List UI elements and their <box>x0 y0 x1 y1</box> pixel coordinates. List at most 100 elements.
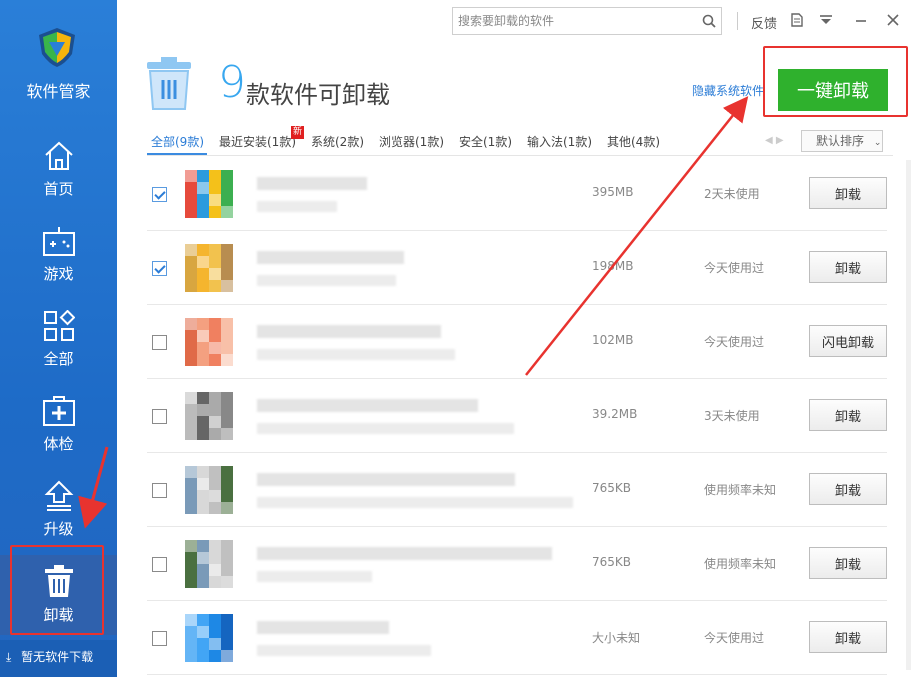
minimize-icon[interactable] <box>853 11 869 29</box>
tab-other[interactable]: 其他(4款) <box>607 133 660 150</box>
shield-logo-icon <box>39 28 75 67</box>
uninstall-button[interactable]: 卸载 <box>809 177 887 209</box>
tab-system[interactable]: 系统(2款) <box>311 133 364 150</box>
sort-dropdown[interactable]: 默认排序 ⌄ <box>801 130 883 152</box>
scrollbar[interactable] <box>906 160 911 670</box>
app-desc-placeholder <box>257 423 514 434</box>
row-checkbox[interactable] <box>152 483 167 498</box>
tab-browser[interactable]: 浏览器(1款) <box>379 133 444 150</box>
annotation-box-uninstall <box>10 545 104 635</box>
app-name-placeholder <box>257 473 515 486</box>
app-desc-placeholder <box>257 645 431 656</box>
menu-dropdown-icon[interactable] <box>818 11 834 29</box>
uninstall-button[interactable]: 卸载 <box>809 251 887 283</box>
app-usage: 使用频率未知 <box>704 483 777 497</box>
app-name-placeholder <box>257 177 367 190</box>
row-checkbox[interactable] <box>152 335 167 350</box>
search-input[interactable] <box>453 8 693 34</box>
tab-recent[interactable]: 最近安装(1款) <box>219 133 296 150</box>
feedback-link[interactable]: 反馈 <box>751 13 777 32</box>
list-item: 765KB 使用频率未知 卸载 <box>147 453 887 527</box>
app-desc-placeholder <box>257 201 337 212</box>
app-icon <box>185 466 233 514</box>
sort-label: 默认排序 <box>816 134 865 148</box>
app-name-placeholder <box>257 325 441 338</box>
sidebar-item-all[interactable]: 全部 <box>0 310 117 392</box>
app-icon <box>185 614 233 662</box>
list-item: 大小未知 今天使用过 卸载 <box>147 601 887 675</box>
sidebar-item-label: 全部 <box>43 350 74 368</box>
row-checkbox[interactable] <box>152 557 167 572</box>
app-size: 765KB <box>592 555 632 569</box>
uninstall-count: 9 <box>218 57 246 108</box>
app-desc-placeholder <box>257 349 455 360</box>
app-size: 大小未知 <box>592 631 641 645</box>
divider <box>147 155 893 156</box>
app-size: 765KB <box>592 481 632 495</box>
uninstall-button[interactable]: 卸载 <box>809 621 887 653</box>
app-name-placeholder <box>257 251 404 264</box>
app-desc-placeholder <box>257 497 573 508</box>
app-name: 软件管家 <box>26 82 91 101</box>
app-desc-placeholder <box>257 571 372 582</box>
app-desc-placeholder <box>257 275 396 286</box>
uninstall-button[interactable]: 闪电卸载 <box>809 325 887 357</box>
list-item: 395MB 2天未使用 卸载 <box>147 157 887 231</box>
tab-all[interactable]: 全部(9款) <box>151 133 204 150</box>
app-icon <box>185 392 233 440</box>
search-icon[interactable] <box>702 14 716 28</box>
search-box[interactable] <box>452 7 722 35</box>
tab-input-method[interactable]: 输入法(1款) <box>527 133 592 150</box>
app-name-placeholder <box>257 399 478 412</box>
download-icon: ⤓ <box>6 650 12 664</box>
row-checkbox[interactable] <box>152 631 167 646</box>
sidebar-item-label: 体检 <box>43 435 74 453</box>
app-size: 395MB <box>592 185 634 199</box>
uninstall-button[interactable]: 卸载 <box>809 547 887 579</box>
app-name-placeholder <box>257 547 552 560</box>
list-item: 765KB 使用频率未知 卸载 <box>147 527 887 601</box>
sidebar-item-games[interactable]: 游戏 <box>0 225 117 307</box>
upload-arrow-icon <box>44 480 73 511</box>
download-status[interactable]: ⤓ 暂无软件下载 <box>0 640 117 677</box>
chevron-down-icon: ⌄ <box>873 138 882 148</box>
app-icon <box>185 244 233 292</box>
row-checkbox[interactable] <box>152 409 167 424</box>
tab-security[interactable]: 安全(1款) <box>459 133 512 150</box>
medkit-icon <box>42 396 75 426</box>
new-badge: 新 <box>291 126 304 139</box>
row-checkbox[interactable] <box>152 261 167 276</box>
uninstall-button[interactable]: 卸载 <box>809 399 887 431</box>
app-usage: 使用频率未知 <box>704 557 777 571</box>
grid-icon <box>43 310 75 341</box>
app-icon <box>185 318 233 366</box>
app-icon <box>185 540 233 588</box>
sidebar-item-label: 升级 <box>43 520 74 538</box>
sidebar-item-label: 游戏 <box>43 265 74 283</box>
document-icon[interactable] <box>789 11 805 29</box>
close-icon[interactable] <box>885 11 901 29</box>
hide-system-software-link[interactable]: 隐藏系统软件 <box>692 82 764 99</box>
app-usage: 今天使用过 <box>704 631 765 645</box>
app-size: 102MB <box>592 333 634 347</box>
app-icon <box>185 170 233 218</box>
scroll-arrows-icon[interactable]: ◀ ▶ <box>765 135 784 146</box>
home-icon <box>44 141 73 170</box>
list-item: 198MB 今天使用过 卸载 <box>147 231 887 305</box>
gamepad-icon <box>42 227 75 256</box>
annotation-box-one-key <box>763 46 908 117</box>
trash-illustration-icon <box>147 57 191 110</box>
app-usage: 今天使用过 <box>704 261 765 275</box>
sidebar-item-label: 首页 <box>43 180 74 198</box>
page-title: 款软件可卸载 <box>246 81 390 109</box>
sidebar-item-home[interactable]: 首页 <box>0 140 117 222</box>
app-usage: 3天未使用 <box>704 409 760 423</box>
download-label: 暂无软件下载 <box>21 650 94 664</box>
list-item: 39.2MB 3天未使用 卸载 <box>147 379 887 453</box>
app-size: 39.2MB <box>592 407 638 421</box>
app-size: 198MB <box>592 259 634 273</box>
sidebar-item-checkup[interactable]: 体检 <box>0 395 117 477</box>
app-usage: 2天未使用 <box>704 187 760 201</box>
row-checkbox[interactable] <box>152 187 167 202</box>
uninstall-button[interactable]: 卸载 <box>809 473 887 505</box>
